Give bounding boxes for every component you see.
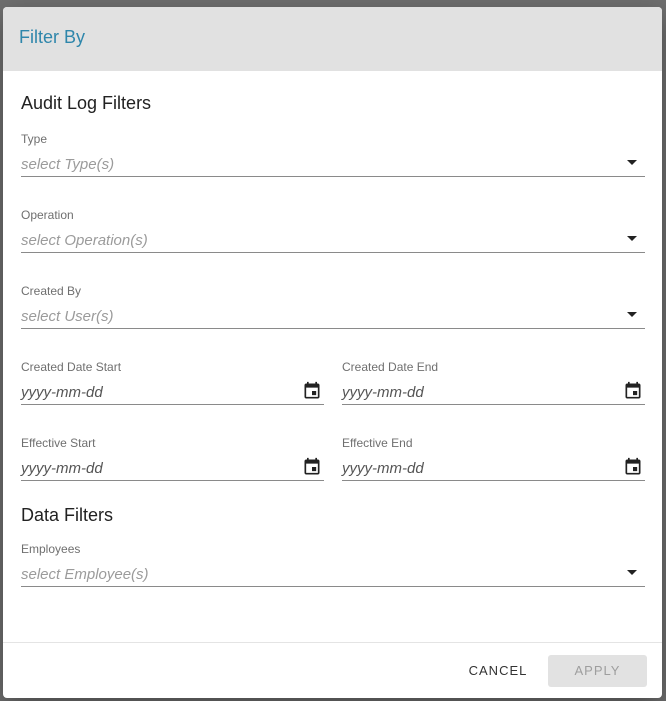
operation-field[interactable]: Operation select Operation(s) [21, 208, 645, 253]
employees-field[interactable]: Employees select Employee(s) [21, 542, 645, 587]
cancel-button[interactable]: CANCEL [458, 655, 538, 687]
effective-start-placeholder: yyyy-mm-dd [21, 459, 103, 477]
employees-placeholder: select Employee(s) [21, 565, 149, 583]
data-filters-heading: Data Filters [21, 505, 114, 525]
calendar-icon[interactable] [302, 381, 322, 401]
type-select[interactable]: select Type(s) [21, 152, 645, 177]
apply-button[interactable]: APPLY [548, 654, 647, 687]
calendar-icon[interactable] [302, 457, 322, 477]
type-field[interactable]: Type select Type(s) [21, 132, 645, 177]
created-date-end-field[interactable]: Created Date End yyyy-mm-dd [342, 360, 645, 405]
created-date-end-placeholder: yyyy-mm-dd [342, 383, 424, 401]
type-placeholder: select Type(s) [21, 155, 115, 173]
employees-select[interactable]: select Employee(s) [21, 562, 645, 587]
created-by-label: Created By [21, 284, 82, 298]
effective-start-input[interactable]: yyyy-mm-dd [21, 456, 324, 481]
created-date-start-placeholder: yyyy-mm-dd [21, 383, 103, 401]
caret-down-icon[interactable] [627, 312, 637, 317]
created-date-start-field[interactable]: Created Date Start yyyy-mm-dd [21, 360, 324, 405]
employees-label: Employees [21, 542, 81, 556]
effective-start-label: Effective Start [21, 436, 96, 450]
created-by-select[interactable]: select User(s) [21, 304, 645, 329]
caret-down-icon[interactable] [627, 160, 637, 165]
created-date-start-input[interactable]: yyyy-mm-dd [21, 380, 324, 405]
operation-placeholder: select Operation(s) [21, 231, 148, 249]
effective-end-input[interactable]: yyyy-mm-dd [342, 456, 645, 481]
effective-start-field[interactable]: Effective Start yyyy-mm-dd [21, 436, 324, 481]
created-date-start-label: Created Date Start [21, 360, 122, 374]
audit-log-filters-heading: Audit Log Filters [21, 93, 152, 113]
effective-end-field[interactable]: Effective End yyyy-mm-dd [342, 436, 645, 481]
effective-date-row: Effective Start yyyy-mm-dd Effective End… [21, 436, 645, 481]
caret-down-icon[interactable] [627, 570, 637, 575]
type-label: Type [21, 132, 48, 146]
dialog-header: Filter By [3, 7, 662, 71]
dialog-body: Audit Log Filters Type select Type(s) Op… [3, 93, 662, 587]
effective-end-label: Effective End [342, 436, 413, 450]
created-by-field[interactable]: Created By select User(s) [21, 284, 645, 329]
created-date-row: Created Date Start yyyy-mm-dd Created Da… [21, 360, 645, 405]
calendar-icon[interactable] [623, 381, 643, 401]
dialog-title: Filter By [19, 27, 86, 47]
operation-label: Operation [21, 208, 74, 222]
filter-dialog: Filter By Audit Log Filters Type select … [3, 7, 662, 698]
effective-end-placeholder: yyyy-mm-dd [342, 459, 424, 477]
dialog-footer: CANCEL APPLY [3, 642, 662, 698]
created-by-placeholder: select User(s) [21, 307, 114, 325]
created-date-end-input[interactable]: yyyy-mm-dd [342, 380, 645, 405]
calendar-icon[interactable] [623, 457, 643, 477]
operation-select[interactable]: select Operation(s) [21, 228, 645, 253]
caret-down-icon[interactable] [627, 236, 637, 241]
created-date-end-label: Created Date End [342, 360, 439, 374]
